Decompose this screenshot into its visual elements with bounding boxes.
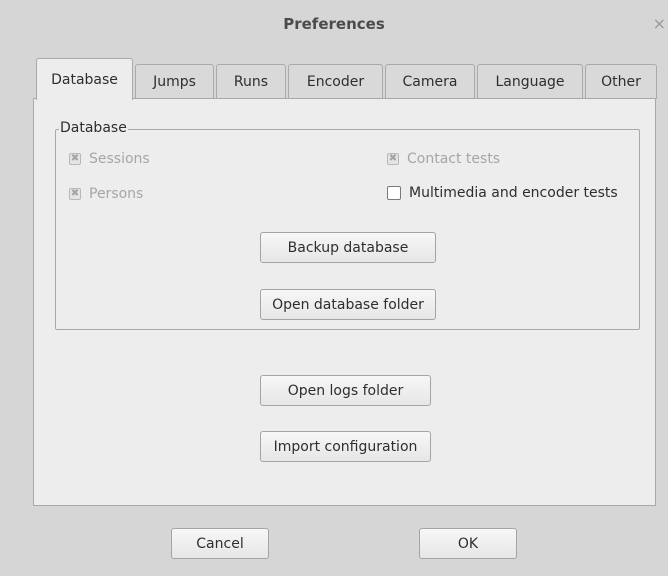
checked-x-icon: ✖ xyxy=(387,153,399,165)
checkbox-label: Sessions xyxy=(89,151,150,167)
tab-label: Other xyxy=(601,74,641,90)
tab-other[interactable]: Other xyxy=(585,64,657,99)
open-database-folder-button[interactable]: Open database folder xyxy=(260,289,436,320)
checked-x-icon: ✖ xyxy=(69,153,81,165)
tab-camera[interactable]: Camera xyxy=(385,64,475,99)
import-configuration-button[interactable]: Import configuration xyxy=(260,431,431,462)
ok-button[interactable]: OK xyxy=(419,528,517,559)
checkbox-label: Contact tests xyxy=(407,151,501,167)
cancel-button[interactable]: Cancel xyxy=(171,528,269,559)
backup-database-button[interactable]: Backup database xyxy=(260,232,436,263)
tab-encoder[interactable]: Encoder xyxy=(288,64,383,99)
contact-tests-checkbox[interactable]: ✖ Contact tests xyxy=(387,151,500,167)
window-title: Preferences xyxy=(283,15,385,33)
tab-label: Camera xyxy=(402,74,458,90)
checked-x-icon: ✖ xyxy=(69,188,81,200)
frame-label: Database xyxy=(59,120,128,136)
title-bar: Preferences × xyxy=(0,0,668,50)
tab-jumps[interactable]: Jumps xyxy=(135,64,214,99)
tab-label: Database xyxy=(51,71,118,88)
multimedia-encoder-checkbox[interactable]: Multimedia and encoder tests xyxy=(387,185,618,201)
sessions-checkbox[interactable]: ✖ Sessions xyxy=(69,151,150,167)
tab-label: Jumps xyxy=(153,74,196,90)
tab-label: Encoder xyxy=(306,74,365,90)
close-icon[interactable]: × xyxy=(653,14,666,33)
open-logs-folder-button[interactable]: Open logs folder xyxy=(260,375,431,406)
checkbox-label: Persons xyxy=(89,186,144,202)
persons-checkbox[interactable]: ✖ Persons xyxy=(69,186,143,202)
tab-label: Runs xyxy=(233,74,269,90)
tab-database[interactable]: Database xyxy=(36,58,133,100)
tab-language[interactable]: Language xyxy=(477,64,583,99)
checkbox-label: Multimedia and encoder tests xyxy=(409,185,618,201)
database-frame: Database ✖ Sessions ✖ Contact tests ✖ Pe… xyxy=(55,120,640,330)
tab-label: Language xyxy=(495,74,565,90)
tab-runs[interactable]: Runs xyxy=(216,64,286,99)
checkbox-box xyxy=(387,186,401,200)
tab-panel-database: Database ✖ Sessions ✖ Contact tests ✖ Pe… xyxy=(33,98,656,506)
